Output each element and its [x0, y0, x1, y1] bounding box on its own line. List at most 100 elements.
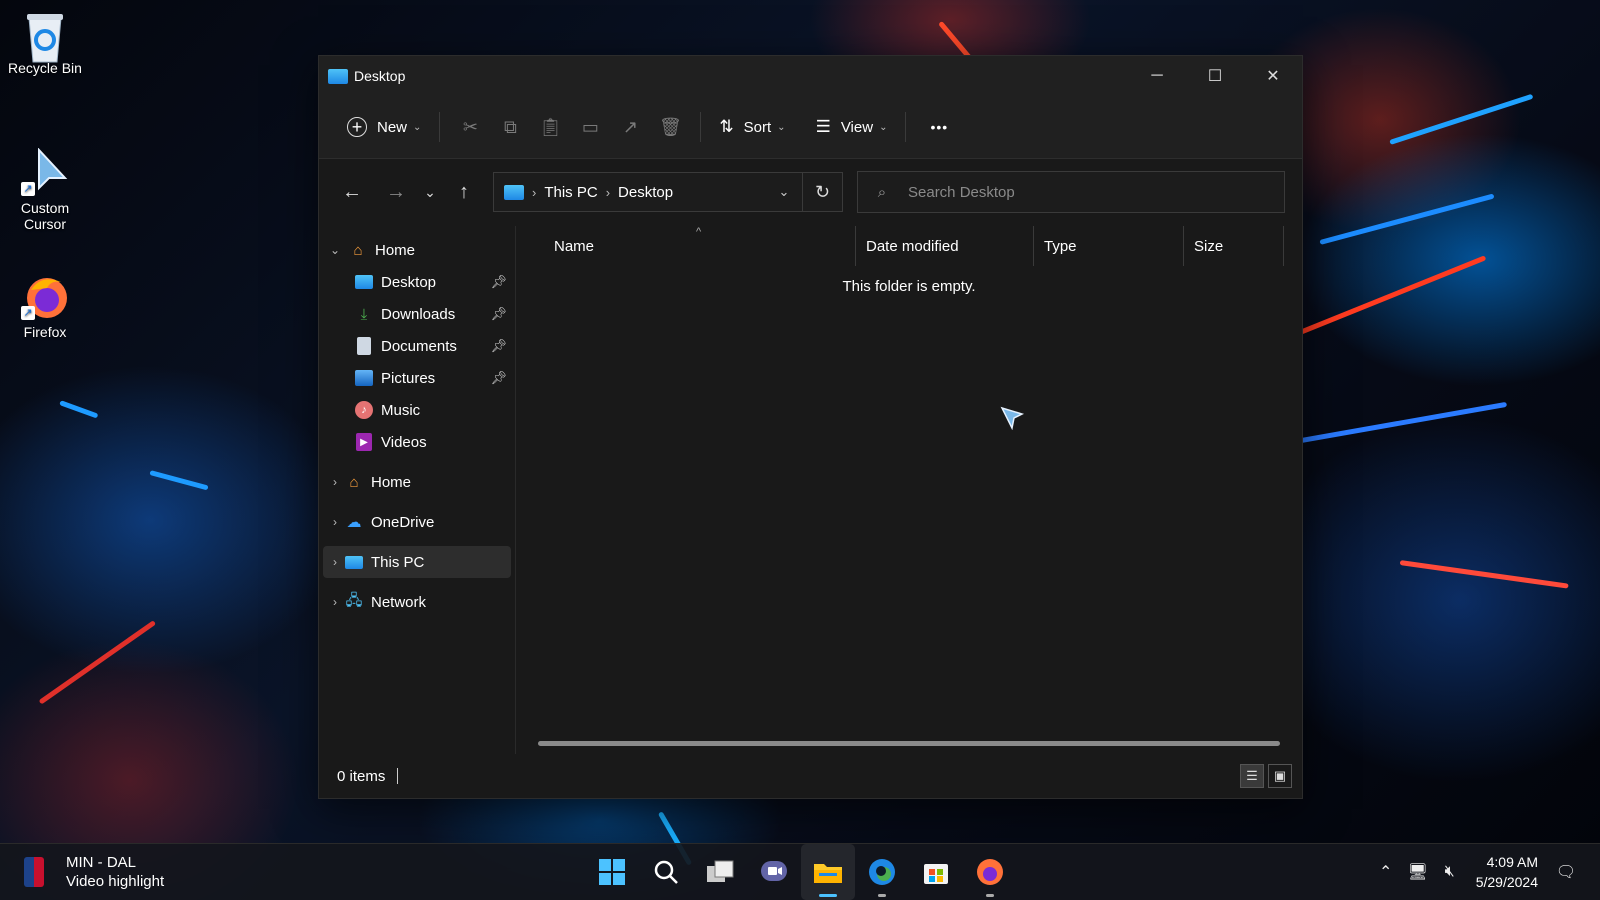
shortcut-arrow-icon: ↗	[21, 306, 35, 320]
column-header-size[interactable]: Size	[1184, 226, 1284, 266]
sidebar-item-videos[interactable]: ▶ Videos	[319, 426, 515, 458]
videos-icon: ▶	[353, 432, 375, 452]
column-header-name[interactable]: Name	[516, 226, 856, 266]
network-icon[interactable]: 🖥︎	[1402, 862, 1434, 882]
sidebar-item-label: Desktop	[381, 273, 437, 291]
horizontal-scrollbar[interactable]	[538, 741, 1280, 746]
desktop-icon-recycle-bin[interactable]: Recycle Bin	[0, 8, 90, 76]
firefox-taskbar-button[interactable]	[963, 844, 1017, 900]
sidebar-item-network[interactable]: › 🖧︎ Network	[319, 586, 515, 618]
sidebar-item-label: This PC	[371, 553, 425, 571]
sidebar-item-desktop[interactable]: Desktop 📌︎	[319, 266, 515, 298]
column-header-date-modified[interactable]: Date modified	[856, 226, 1034, 266]
refresh-button[interactable]: ↻	[802, 172, 842, 212]
address-bar[interactable]: › This PC › Desktop ⌄ ↻	[493, 172, 843, 212]
desktop-folder-icon	[353, 272, 375, 292]
forward-button[interactable]: →	[377, 174, 415, 210]
chevron-down-icon: ⌄	[413, 121, 422, 133]
wallpaper-streak	[1319, 193, 1495, 245]
wallpaper-streak	[38, 620, 157, 705]
back-button[interactable]: ←	[333, 174, 371, 210]
toolbar-divider	[700, 112, 702, 142]
new-button[interactable]: + New ⌄	[339, 109, 429, 145]
address-history-dropdown[interactable]: ⌄	[766, 184, 802, 200]
command-bar: + New ⌄ ✂ ⧉ 📋︎ ▭ ↗ 🗑︎ ⇅ Sort ⌄ ☰ View ⌄ …	[319, 96, 1302, 159]
task-view-button[interactable]	[693, 844, 747, 900]
sidebar-item-onedrive[interactable]: › ☁ OneDrive	[319, 506, 515, 538]
sort-button[interactable]: ⇅ Sort ⌄	[711, 109, 793, 145]
breadcrumb-separator: ›	[605, 184, 611, 200]
close-button[interactable]: ✕	[1244, 56, 1302, 96]
toolbar-divider	[905, 112, 907, 142]
cut-icon[interactable]: ✂	[450, 109, 490, 145]
sidebar-item-label: Pictures	[381, 369, 436, 387]
clock[interactable]: 4:09 AM 5/29/2024	[1476, 852, 1538, 892]
maximize-button[interactable]: ☐	[1186, 56, 1244, 96]
pin-icon[interactable]: 📌︎	[490, 306, 507, 322]
sidebar-item-this-pc[interactable]: › This PC	[323, 546, 511, 578]
recent-locations-button[interactable]: ⌄	[415, 174, 445, 210]
search-input[interactable]	[906, 182, 1270, 202]
desktop-icon-firefox[interactable]: ↗ Firefox	[0, 272, 90, 340]
running-indicator	[878, 894, 886, 897]
view-icon: ☰	[815, 117, 831, 136]
running-indicator	[986, 894, 994, 897]
start-button[interactable]	[585, 844, 639, 900]
tiles-view-icon[interactable]: ▣	[1268, 764, 1292, 788]
add-circle-icon: +	[347, 117, 367, 137]
title-bar[interactable]: Desktop ─ ☐ ✕	[319, 56, 1302, 96]
sidebar-item-music[interactable]: ♪ Music	[319, 394, 515, 426]
teams-chat-button[interactable]	[747, 844, 801, 900]
pin-icon[interactable]: 📌︎	[490, 274, 507, 290]
volume-muted-icon[interactable]: 🔇︎	[1434, 863, 1466, 881]
breadcrumb-this-pc[interactable]: This PC	[544, 184, 597, 201]
notifications-icon[interactable]: 🗨︎	[1550, 862, 1582, 882]
chevron-right-icon: ›	[333, 475, 337, 489]
edge-icon	[869, 859, 895, 885]
task-view-icon	[707, 860, 734, 882]
up-button[interactable]: ↑	[445, 174, 483, 210]
desktop-icon-custom-cursor[interactable]: ↗ Custom Cursor	[0, 147, 90, 232]
sidebar-item-label: Home	[371, 473, 412, 491]
desktop-icon-label: Firefox	[23, 324, 67, 340]
search-icon: ⌕	[877, 183, 887, 201]
explorer-body: ⌄ ⌂ Home Desktop 📌︎ ⤓ Downloads 📌︎ Docum…	[319, 226, 1302, 754]
sidebar-item-pictures[interactable]: Pictures 📌︎	[319, 362, 515, 394]
news-widget[interactable]: MIN - DAL Video highlight	[24, 853, 164, 891]
sidebar-item-label: Home	[375, 241, 416, 259]
more-options-button[interactable]: •••	[922, 109, 956, 145]
delete-icon[interactable]: 🗑︎	[650, 109, 690, 145]
status-bar: 0 items ☰ ▣	[319, 754, 1302, 798]
view-button[interactable]: ☰ View ⌄	[808, 109, 896, 145]
show-hidden-icons-chevron-icon[interactable]: ⌃	[1370, 862, 1402, 882]
view-button-label: View	[840, 118, 874, 136]
details-view-icon[interactable]: ☰	[1240, 764, 1264, 788]
sidebar-item-label: OneDrive	[371, 513, 435, 531]
breadcrumb-desktop[interactable]: Desktop	[618, 184, 673, 201]
wallpaper-streak	[1399, 560, 1569, 589]
search-box[interactable]: ⌕	[857, 171, 1285, 213]
paste-icon[interactable]: 📋︎	[530, 109, 570, 145]
rename-icon[interactable]: ▭	[570, 109, 610, 145]
sidebar-item-home[interactable]: › ⌂ Home	[319, 466, 515, 498]
copy-icon[interactable]: ⧉	[490, 109, 530, 145]
breadcrumb-separator: ›	[532, 184, 537, 200]
wallpaper-streak	[149, 470, 209, 491]
file-explorer-taskbar-button[interactable]	[801, 844, 855, 900]
pin-icon[interactable]: 📌︎	[490, 370, 507, 386]
share-icon[interactable]: ↗	[610, 109, 650, 145]
sidebar-item-documents[interactable]: Documents 📌︎	[319, 330, 515, 362]
sort-button-label: Sort	[743, 118, 772, 136]
firefox-icon: ↗	[21, 272, 69, 320]
column-header-type[interactable]: Type	[1034, 226, 1184, 266]
minimize-button[interactable]: ─	[1128, 56, 1186, 96]
sidebar-item-downloads[interactable]: ⤓ Downloads 📌︎	[319, 298, 515, 330]
search-button[interactable]	[639, 844, 693, 900]
home-icon: ⌂	[349, 473, 359, 491]
pin-icon[interactable]: 📌︎	[490, 338, 507, 354]
sidebar-item-home-expanded[interactable]: ⌄ ⌂ Home	[319, 234, 515, 266]
edge-button[interactable]	[855, 844, 909, 900]
network-icon: 🖧︎	[345, 591, 363, 609]
file-list[interactable]: ^ Name Date modified Type Size This fold…	[516, 226, 1302, 754]
store-button[interactable]	[909, 844, 963, 900]
